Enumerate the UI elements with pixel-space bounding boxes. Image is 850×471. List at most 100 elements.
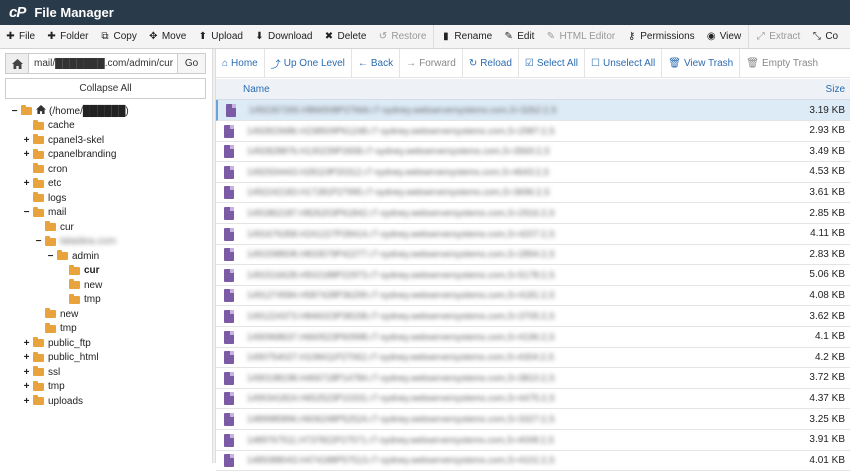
expand-icon[interactable]: + [22, 338, 31, 349]
tree-node-label: admin [72, 250, 100, 262]
tree-node[interactable]: − lalaidea.com [34, 235, 116, 249]
file-icon [224, 124, 234, 138]
tree-node[interactable]: + public_ftp [22, 336, 91, 350]
toolbar-file-button[interactable]: ✚ File [0, 25, 41, 48]
nav-reload-button[interactable]: ↻ Reload [463, 49, 518, 77]
tree-node[interactable]: cur [58, 264, 100, 278]
nav-select-all-button[interactable]: ☑ Select All [519, 49, 584, 77]
collapse-icon[interactable]: − [46, 251, 55, 262]
go-button[interactable]: Go [177, 54, 205, 73]
table-row[interactable]: 1490341824.H652523P10331.r7-sydney.webse… [216, 388, 850, 410]
toolbar-permissions-button[interactable]: ⚷ Permissions [621, 25, 700, 48]
toolbar-view-button[interactable]: ◉ View [701, 25, 748, 48]
tree-node[interactable]: new [34, 307, 78, 321]
table-row[interactable]: 1491862187.H826203P61842.r7-sydney.webse… [216, 203, 850, 224]
toolbar-button-label: Upload [211, 31, 243, 42]
file-icon [224, 165, 234, 179]
toolbar-rename-button[interactable]: ▮ Rename [435, 25, 498, 48]
tree-node[interactable]: logs [22, 191, 66, 205]
table-row[interactable]: 1491676358.H241227P28414.r7-sydney.webse… [216, 224, 850, 245]
toolbar-folder-button[interactable]: ✚ Folder [41, 25, 94, 48]
table-row[interactable]: 1491598508.H833579P42277.r7-sydney.webse… [216, 244, 850, 266]
toolbar-html-editor-button[interactable]: ✎ HTML Editor [540, 25, 621, 48]
nav-unselect-all-button[interactable]: ☐ Unselect All [585, 49, 661, 77]
toolbar-delete-button[interactable]: ✖ Delete [318, 25, 372, 48]
column-size-header[interactable]: Size [826, 84, 845, 95]
nav-button-label: Home [231, 57, 258, 69]
nav-empty-trash-button[interactable]: 🗑 Empty Trash [740, 49, 824, 77]
expand-icon[interactable]: + [22, 178, 31, 189]
table-row[interactable]: 1492815686.H238509P61248.r7-sydney.webse… [216, 121, 850, 142]
tree-node[interactable]: cur [34, 220, 74, 234]
nav-home-button[interactable]: ⌂ Home [216, 49, 264, 77]
table-row[interactable]: 1489985896.H606248P52524.r7-sydney.webse… [216, 409, 850, 430]
tree-node[interactable]: new [58, 278, 102, 292]
collapse-icon[interactable]: − [22, 207, 31, 218]
table-row[interactable]: 1490198198.H466718P14784.r7-sydney.webse… [216, 368, 850, 389]
file-name: 1489767511.H737822P27571.r7-sydney.webse… [247, 434, 555, 445]
expand-icon[interactable]: + [22, 352, 31, 363]
table-row[interactable]: 1489388043.H474188P57513.r7-sydney.webse… [216, 450, 850, 471]
nav-up-one-level-button[interactable]: ⤴ Up One Level [265, 49, 351, 77]
file-icon [224, 454, 234, 468]
tree-node[interactable]: + uploads [22, 394, 83, 408]
tree-node[interactable]: − mail [22, 206, 66, 220]
tree-node[interactable]: cron [22, 162, 67, 176]
table-row[interactable]: 1492242183.H17281P27995.r7-sydney.webser… [216, 182, 850, 204]
collapse-all-button[interactable]: Collapse All [5, 78, 206, 99]
collapse-icon[interactable]: − [10, 106, 19, 117]
expand-icon[interactable]: + [22, 396, 31, 407]
home-icon: ⌂ [222, 57, 229, 69]
tree-node[interactable]: tmp [58, 293, 101, 307]
table-row[interactable]: 1492934443.H28119P20312.r7-sydney.webser… [216, 162, 850, 183]
table-row[interactable]: 1492828876.H130239P2658.r7-sydney.webser… [216, 141, 850, 163]
tree-node[interactable]: cache [22, 119, 75, 133]
tree-node[interactable]: + public_html [22, 351, 99, 365]
expand-icon[interactable]: + [22, 381, 31, 392]
file-size: 4.11 KB [810, 228, 845, 240]
expand-icon[interactable]: + [22, 135, 31, 146]
column-name-header[interactable]: Name [243, 84, 270, 95]
table-row[interactable]: 1491224373.H846023P38158.r7-sydney.webse… [216, 306, 850, 327]
expand-icon[interactable]: + [22, 367, 31, 378]
tree-node[interactable]: + cpanelbranding [22, 148, 116, 162]
tree-node-label: etc [48, 178, 62, 189]
nav-forward-button[interactable]: → Forward [400, 49, 462, 77]
toolbar-copy-button[interactable]: ⧉ Copy [94, 25, 142, 48]
tree-node[interactable]: − admin [46, 249, 99, 263]
file-name: 1491598508.H833579P42277.r7-sydney.webse… [247, 249, 555, 260]
table-row[interactable]: 1491516628.H502188P22973.r7-sydney.webse… [216, 265, 850, 286]
toolbar-button-label: Edit [517, 31, 535, 42]
file-icon [224, 413, 234, 426]
path-input[interactable] [29, 54, 177, 73]
nav-view-trash-button[interactable]: 🗑 View Trash [662, 49, 739, 77]
toolbar-move-button[interactable]: ✥ Move [143, 25, 192, 48]
tree-node[interactable]: + cpanel3-skel [22, 133, 104, 147]
table-row[interactable]: 1491274584.H587428P36299.r7-sydney.webse… [216, 285, 850, 307]
arrow-right-icon: → [406, 57, 417, 69]
toolbar-co-button[interactable]: ⤡ Co [806, 25, 844, 48]
table-row[interactable]: 1489767511.H737822P27571.r7-sydney.webse… [216, 430, 850, 451]
tree-node[interactable]: + tmp [22, 380, 65, 394]
key-icon: ⚷ [628, 31, 636, 42]
collapse-icon[interactable]: − [34, 236, 43, 247]
table-row[interactable]: 1492267265.H866508P27666.r7-sydney.webse… [216, 100, 850, 121]
file-size: 3.49 KB [809, 145, 845, 157]
toolbar-restore-button[interactable]: ↺ Restore [372, 25, 432, 48]
tree-node[interactable]: + etc [22, 177, 61, 191]
home-icon[interactable] [6, 54, 29, 73]
folder-icon [45, 322, 56, 333]
tree-node[interactable]: tmp [34, 322, 77, 336]
table-row[interactable]: 1490754027.H108411P27062.r7-sydney.webse… [216, 347, 850, 369]
navigation-toolbar: ⌂ Home ⤴ Up One Level ← Back → Forward ↻ Reload ☑ S… [216, 49, 850, 78]
tree-node[interactable]: + ssl [22, 365, 60, 379]
toolbar-extract-button[interactable]: ⤢ Extract [750, 25, 806, 48]
nav-back-button[interactable]: ← Back [352, 49, 399, 77]
toolbar-edit-button[interactable]: ✎ Edit [498, 25, 540, 48]
table-row[interactable]: 1490968637.H660523P60998.r7-sydney.webse… [216, 327, 850, 348]
toolbar-upload-button[interactable]: ⬆ Upload [192, 25, 249, 48]
tree-node[interactable]: − (/home/██████) [10, 104, 129, 118]
toolbar-download-button[interactable]: ⬇ Download [249, 25, 318, 48]
home-icon [36, 105, 46, 117]
expand-icon[interactable]: + [22, 149, 31, 160]
